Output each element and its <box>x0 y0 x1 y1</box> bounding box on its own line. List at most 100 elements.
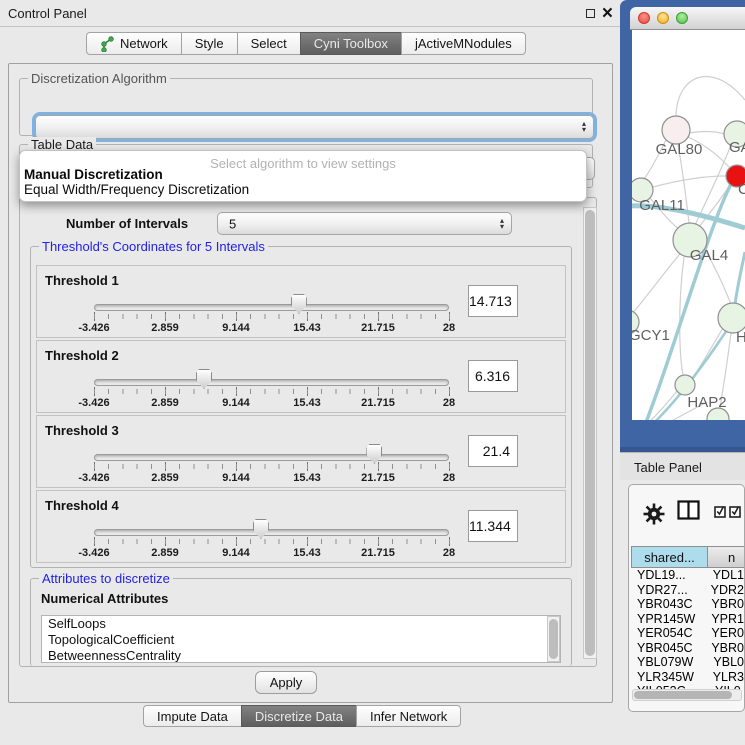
threshold-1-slider-track[interactable] <box>94 304 449 311</box>
control-panel: Control Panel × Network Style Select Cyn… <box>0 0 620 745</box>
node-label: H <box>736 329 745 346</box>
tab-cyni-toolbox[interactable]: Cyni Toolbox <box>300 32 402 55</box>
tab-style[interactable]: Style <box>181 32 238 55</box>
table-row[interactable]: YER054CYER0 <box>629 626 744 641</box>
dropdown-prompt: Select algorithm to view settings <box>20 151 586 167</box>
threshold-3-value-field[interactable]: 21.4 <box>468 435 518 467</box>
app-root: Control Panel × Network Style Select Cyn… <box>0 0 745 745</box>
tab-network-label: Network <box>120 36 168 51</box>
network-graph: GAL80 GA C GAL11 GAL4 GCY1 H HAP2 <box>632 30 745 420</box>
thresholds-title: Threshold's Coordinates for 5 Intervals <box>39 239 268 254</box>
table-row[interactable]: YPR145WYPR1 <box>629 612 744 627</box>
close-icon[interactable]: × <box>602 1 613 26</box>
bottom-tab-bar: Impute Data Discretize Data Infer Networ… <box>143 705 461 727</box>
threshold-1-block: Threshold 1 -3.426 2.859 9.144 15.43 21.… <box>36 265 566 338</box>
table-row[interactable]: YBR045CYBR0 <box>629 641 744 656</box>
table-row[interactable]: YDR27...YDR2 <box>629 583 744 598</box>
num-intervals-label: Number of Intervals <box>66 216 188 231</box>
threshold-1-value-field[interactable]: 14.713 <box>468 285 518 317</box>
network-icon <box>100 36 115 52</box>
node-gal80[interactable] <box>662 116 690 144</box>
threshold-3-label: Threshold 3 <box>45 423 119 438</box>
threshold-2-block: Threshold 2 -3.426 2.859 9.144 15.43 21.… <box>36 340 566 413</box>
table-row[interactable]: YBL079WYBL0 <box>629 655 744 670</box>
threshold-2-slider-track[interactable] <box>94 379 449 386</box>
threshold-4-label: Threshold 4 <box>45 498 119 513</box>
threshold-1-label: Threshold 1 <box>45 273 119 288</box>
attributes-list: SelfLoops TopologicalCoefficient Between… <box>41 615 561 663</box>
algorithm-combobox[interactable]: ▴▾ <box>35 115 594 139</box>
attributes-title: Attributes to discretize <box>39 571 173 586</box>
table-toolbar <box>629 485 744 546</box>
minimize-traffic-light[interactable] <box>657 12 669 24</box>
algorithm-dropdown-popup: Select algorithm to view settings Manual… <box>19 150 587 202</box>
list-scrollbar[interactable] <box>547 616 560 662</box>
list-item[interactable]: SelfLoops <box>42 616 560 632</box>
edge-teal <box>735 252 745 305</box>
column-header-name[interactable]: n <box>707 546 745 568</box>
threshold-2-value-field[interactable]: 6.316 <box>468 360 518 392</box>
table-row[interactable]: YBR043CYBR0 <box>629 597 744 612</box>
threshold-1-slider-thumb[interactable] <box>291 294 307 314</box>
algorithm-group-title: Discretization Algorithm <box>28 71 170 86</box>
network-canvas[interactable]: GAL80 GA C GAL11 GAL4 GCY1 H HAP2 <box>632 30 745 420</box>
node-label: GCY1 <box>632 327 670 344</box>
tab-select[interactable]: Select <box>237 32 301 55</box>
slider-scale: -3.426 2.859 9.144 15.43 21.715 28 <box>94 472 449 484</box>
threshold-4-slider-track[interactable] <box>94 529 449 536</box>
tab-impute-data[interactable]: Impute Data <box>143 705 242 727</box>
node-label: GA <box>729 139 745 156</box>
slider-ticks <box>94 539 451 544</box>
network-window-titlebar[interactable] <box>630 7 745 30</box>
table-row[interactable]: YDL19...YDL1 <box>629 568 744 583</box>
list-item[interactable]: TopologicalCoefficient <box>42 632 560 648</box>
split-view-icon[interactable] <box>677 500 700 520</box>
node-label: HAP2 <box>687 394 726 411</box>
attributes-group: Attributes to discretize Numerical Attri… <box>30 578 572 666</box>
tab-jactivemnodules[interactable]: jActiveMNodules <box>401 32 526 55</box>
threshold-3-slider-thumb[interactable] <box>366 444 382 464</box>
table-row[interactable]: YLR345WYLR3 <box>629 670 744 685</box>
threshold-3-slider-track[interactable] <box>94 454 449 461</box>
dropdown-item-equal-width[interactable]: Equal Width/Frequency Discretization <box>20 182 586 197</box>
thresholds-group: Threshold's Coordinates for 5 Intervals … <box>30 246 572 568</box>
table-horizontal-scrollbar[interactable] <box>632 689 742 701</box>
edge <box>676 77 745 116</box>
tab-network[interactable]: Network <box>86 32 182 55</box>
num-intervals-value: 5 <box>229 216 236 231</box>
edge <box>689 131 725 134</box>
numerical-attributes-header: Numerical Attributes <box>41 591 168 606</box>
tab-discretize-data[interactable]: Discretize Data <box>241 705 357 727</box>
threshold-2-slider-thumb[interactable] <box>196 369 212 389</box>
checkbox-icon[interactable] <box>714 505 727 518</box>
threshold-2-label: Threshold 2 <box>45 348 119 363</box>
table-panel-title: Table Panel <box>634 460 702 475</box>
interval-scrollbar[interactable] <box>583 207 597 659</box>
node-label: GAL11 <box>639 197 685 214</box>
interval-definition-group: Interval Definition Number of Intervals … <box>19 197 597 667</box>
column-header-shared[interactable]: shared... <box>631 546 708 568</box>
threshold-3-block: Threshold 3 -3.426 2.859 9.144 15.43 21.… <box>36 415 566 488</box>
slider-scale: -3.426 2.859 9.144 15.43 21.715 28 <box>94 397 449 409</box>
tab-infer-network[interactable]: Infer Network <box>356 705 461 727</box>
combo-arrows-icon: ▴▾ <box>500 218 504 230</box>
node-hap2[interactable] <box>675 375 695 395</box>
threshold-4-value-field[interactable]: 11.344 <box>468 510 518 542</box>
list-item[interactable]: BetweennessCentrality <box>42 648 560 663</box>
combo-arrows-icon: ▴▾ <box>582 121 586 133</box>
gear-icon[interactable] <box>643 503 665 525</box>
apply-button[interactable]: Apply <box>255 671 317 694</box>
table-browser-window: shared... n YDL19...YDL1 YDR27...YDR2 YB… <box>628 484 745 712</box>
table-panel-bar: Table Panel <box>620 452 745 480</box>
close-traffic-light[interactable] <box>638 12 650 24</box>
slider-scale: -3.426 2.859 9.144 15.43 21.715 28 <box>94 322 449 334</box>
cyni-content: Discretization Algorithm ▴▾ Table Data g… <box>8 63 613 703</box>
algorithm-group: Discretization Algorithm ▴▾ <box>19 78 593 136</box>
checkbox-icon[interactable] <box>729 505 742 518</box>
threshold-4-slider-thumb[interactable] <box>253 519 269 539</box>
float-icon[interactable] <box>586 9 595 18</box>
num-intervals-combobox[interactable]: 5 ▴▾ <box>217 212 512 235</box>
node-label: C <box>738 181 745 198</box>
zoom-traffic-light[interactable] <box>676 12 688 24</box>
network-window: GAL80 GA C GAL11 GAL4 GCY1 H HAP2 <box>620 0 745 452</box>
